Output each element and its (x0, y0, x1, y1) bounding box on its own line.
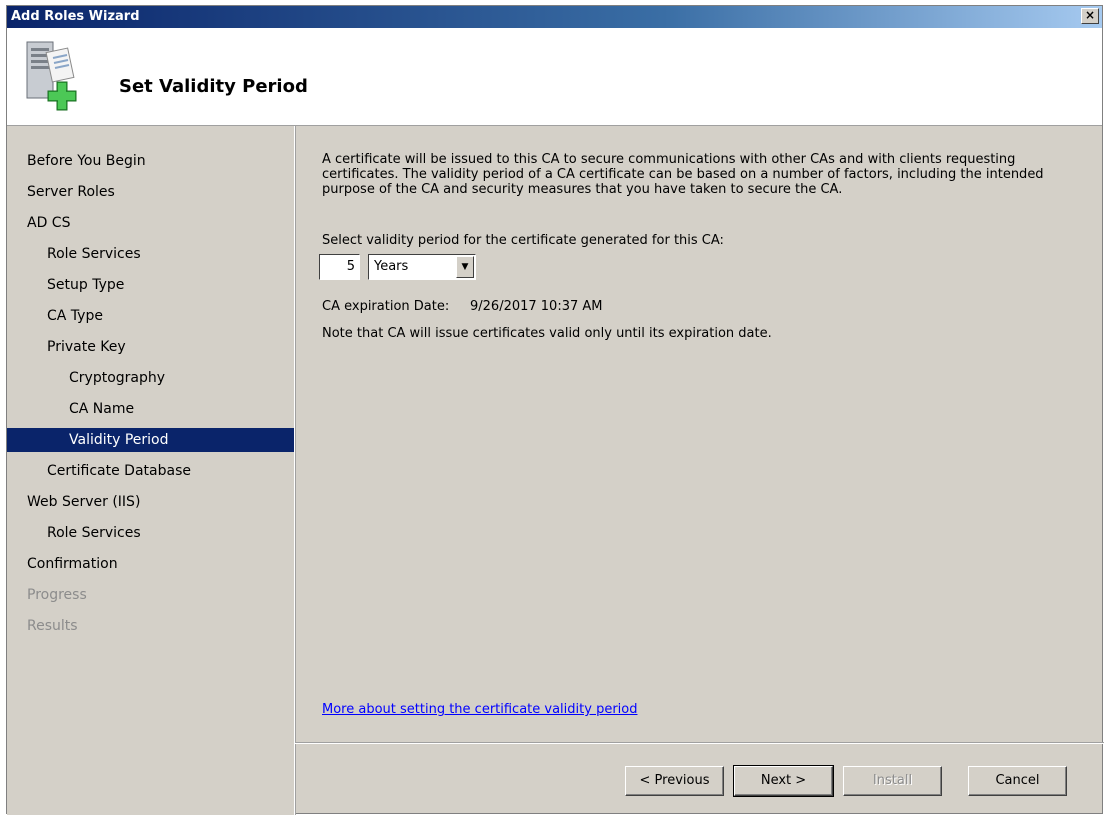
nav-item-setup-type[interactable]: Setup Type (7, 273, 334, 297)
nav-item-web-server-iis[interactable]: Web Server (IIS) (7, 490, 314, 514)
close-button[interactable]: × (1081, 8, 1099, 24)
nav-item-certificate-database[interactable]: Certificate Database (7, 459, 334, 483)
nav-item-before-you-begin[interactable]: Before You Begin (7, 149, 314, 173)
expiration-row: CA expiration Date: 9/26/2017 10:37 AM (322, 299, 603, 314)
nav-item-progress: Progress (27, 587, 87, 603)
nav-item-confirmation[interactable]: Confirmation (7, 552, 314, 576)
validity-unit-select[interactable]: Years ▼ (368, 254, 476, 280)
validity-select-label: Select validity period for the certifica… (322, 233, 724, 248)
wizard-steps-nav: Before You Begin Server Roles AD CS Role… (7, 126, 295, 815)
close-icon: × (1084, 8, 1096, 22)
previous-button[interactable]: < Previous (625, 766, 724, 796)
wizard-header: Set Validity Period (7, 28, 1102, 126)
nav-item-iis-role-services[interactable]: Role Services (7, 521, 334, 545)
nav-item-validity-period[interactable]: Validity Period (7, 428, 294, 452)
validity-number-input[interactable]: 5 (319, 254, 360, 280)
button-bar: < Previous Next > Install Cancel (295, 742, 1104, 816)
description-text: A certificate will be issued to this CA … (322, 152, 1044, 197)
title-bar[interactable]: Add Roles Wizard × (7, 6, 1102, 28)
cancel-button[interactable]: Cancel (968, 766, 1067, 796)
nav-item-server-roles[interactable]: Server Roles (7, 180, 314, 204)
nav-item-results: Results (27, 618, 78, 634)
dropdown-arrow-icon[interactable]: ▼ (456, 256, 474, 278)
next-button[interactable]: Next > (733, 765, 834, 797)
expiration-value: 9/26/2017 10:37 AM (470, 299, 603, 314)
window-title: Add Roles Wizard (11, 9, 140, 24)
wizard-window: Add Roles Wizard × Set Validity Period B… (6, 5, 1104, 816)
install-button: Install (843, 766, 942, 796)
validity-unit-value: Years (374, 259, 409, 274)
nav-item-ad-cs[interactable]: AD CS (7, 211, 314, 235)
nav-item-private-key[interactable]: Private Key (7, 335, 334, 359)
main-content: A certificate will be issued to this CA … (295, 126, 1104, 735)
help-link[interactable]: More about setting the certificate valid… (322, 702, 637, 717)
server-add-icon (26, 41, 77, 111)
expiration-note: Note that CA will issue certificates val… (322, 326, 772, 341)
nav-item-role-services[interactable]: Role Services (7, 242, 334, 266)
expiration-label: CA expiration Date: (322, 299, 450, 314)
page-title: Set Validity Period (119, 76, 308, 97)
nav-item-ca-type[interactable]: CA Type (7, 304, 334, 328)
